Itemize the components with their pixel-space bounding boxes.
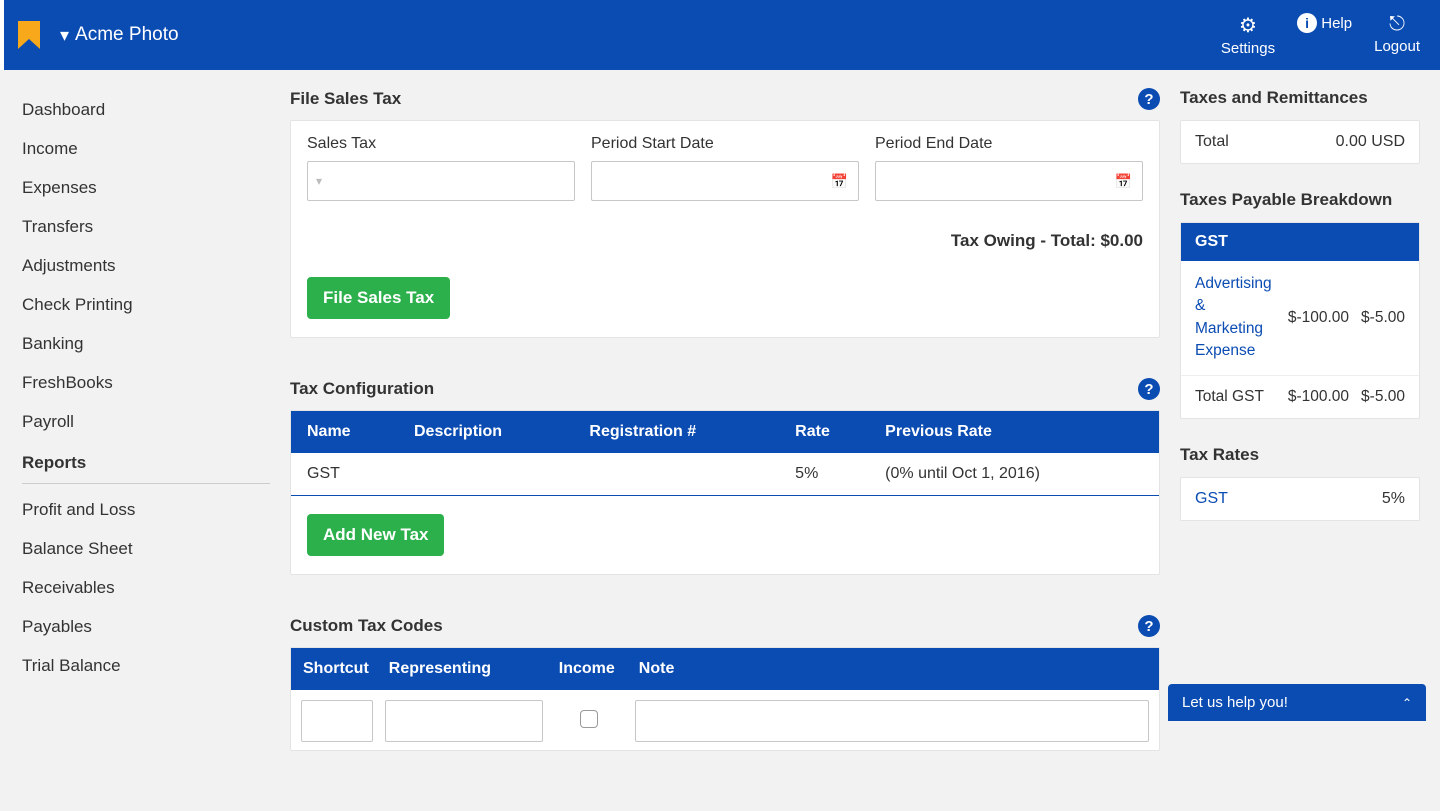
sidebar-item-check-printing[interactable]: Check Printing xyxy=(22,285,270,324)
shortcut-input[interactable] xyxy=(301,700,373,742)
sidebar-item-trial-balance[interactable]: Trial Balance xyxy=(22,646,270,685)
period-end-input[interactable]: 📅 xyxy=(875,161,1143,201)
calendar-icon: 📅 xyxy=(1115,173,1132,190)
help-icon[interactable]: ? xyxy=(1138,615,1160,637)
chevron-up-icon: ⌃ xyxy=(1402,696,1412,710)
table-cell: 5% xyxy=(785,453,875,496)
remittances-title: Taxes and Remittances xyxy=(1180,88,1420,108)
custom-codes-col: Note xyxy=(629,648,1159,690)
breakdown-amount: $-100.00 xyxy=(1288,309,1349,327)
file-sales-tax-button[interactable]: File Sales Tax xyxy=(307,277,450,319)
logout-icon: ⎋ xyxy=(1374,13,1420,36)
sidebar-item-payroll[interactable]: Payroll xyxy=(22,402,270,441)
rates-title: Tax Rates xyxy=(1180,445,1420,465)
period-start-label: Period Start Date xyxy=(591,135,859,153)
tax-config-col: Name xyxy=(291,411,404,453)
tax-config-title: Tax Configuration xyxy=(290,379,434,399)
remittances-total-label: Total xyxy=(1195,133,1229,151)
custom-code-row xyxy=(291,690,1159,742)
representing-input[interactable] xyxy=(385,700,543,742)
sidebar-item-profit-and-loss[interactable]: Profit and Loss xyxy=(22,490,270,529)
tax-config-col: Description xyxy=(404,411,579,453)
rate-value: 5% xyxy=(1382,490,1405,508)
help-bar-label: Let us help you! xyxy=(1182,694,1288,711)
custom-codes-col: Income xyxy=(549,648,629,690)
top-bar-right: ⚙ Settings i Help ⎋ Logout xyxy=(1221,13,1420,57)
sidebar-item-transfers[interactable]: Transfers xyxy=(22,207,270,246)
help-icon[interactable]: ? xyxy=(1138,378,1160,400)
payable-card: GST Advertising & Marketing Expense $-100… xyxy=(1180,222,1420,419)
remittances-card: Total 0.00 USD xyxy=(1180,120,1420,164)
payable-title: Taxes Payable Breakdown xyxy=(1180,190,1420,210)
rate-row: GST 5% xyxy=(1181,478,1419,520)
period-end-label: Period End Date xyxy=(875,135,1143,153)
tax-config-col: Registration # xyxy=(579,411,785,453)
custom-tax-codes-title: Custom Tax Codes xyxy=(290,616,443,636)
logout-button[interactable]: ⎋ Logout xyxy=(1374,13,1420,57)
tax-config-card: NameDescriptionRegistration #RatePreviou… xyxy=(290,410,1160,575)
rate-link[interactable]: GST xyxy=(1195,490,1228,508)
payable-band: GST xyxy=(1181,223,1419,261)
table-cell: (0% until Oct 1, 2016) xyxy=(875,453,1159,496)
main-content: File Sales Tax ? Sales Tax ▾ Period Star… xyxy=(280,70,1180,811)
breakdown-link[interactable]: Advertising & Marketing Expense xyxy=(1195,273,1276,363)
breakdown-label: Total GST xyxy=(1195,388,1276,406)
breakdown-tax: $-5.00 xyxy=(1361,309,1405,327)
table-cell xyxy=(404,453,579,496)
settings-button[interactable]: ⚙ Settings xyxy=(1221,13,1275,57)
help-icon[interactable]: ? xyxy=(1138,88,1160,110)
app-logo-icon xyxy=(18,21,46,49)
help-button[interactable]: i Help xyxy=(1297,13,1352,57)
breakdown-amount: $-100.00 xyxy=(1288,388,1349,406)
file-sales-tax-card: Sales Tax ▾ Period Start Date 📅 Period E… xyxy=(290,120,1160,338)
tax-owing-total: Tax Owing - Total: $0.00 xyxy=(307,231,1143,251)
breakdown-row: Advertising & Marketing Expense $-100.00 $… xyxy=(1181,261,1419,376)
calendar-icon: 📅 xyxy=(831,173,848,190)
sales-tax-select[interactable]: ▾ xyxy=(307,161,575,201)
table-cell: GST xyxy=(291,453,404,496)
sidebar-item-expenses[interactable]: Expenses xyxy=(22,168,270,207)
custom-codes-col: Shortcut xyxy=(291,648,379,690)
period-start-input[interactable]: 📅 xyxy=(591,161,859,201)
sidebar-item-freshbooks[interactable]: FreshBooks xyxy=(22,363,270,402)
sidebar-item-payables[interactable]: Payables xyxy=(22,607,270,646)
sidebar-divider xyxy=(22,483,270,484)
rates-card: GST 5% xyxy=(1180,477,1420,521)
gear-icon: ⚙ xyxy=(1221,13,1275,38)
sidebar-item-adjustments[interactable]: Adjustments xyxy=(22,246,270,285)
sidebar-item-balance-sheet[interactable]: Balance Sheet xyxy=(22,529,270,568)
tax-config-col: Rate xyxy=(785,411,875,453)
help-bar[interactable]: Let us help you! ⌃ xyxy=(1168,684,1426,721)
income-checkbox[interactable] xyxy=(580,710,598,728)
table-cell xyxy=(579,453,785,496)
breakdown-tax: $-5.00 xyxy=(1361,388,1405,406)
remittances-total-value: 0.00 USD xyxy=(1336,133,1405,151)
sidebar-item-dashboard[interactable]: Dashboard xyxy=(22,90,270,129)
sidebar-reports-header: Reports xyxy=(22,441,270,481)
custom-tax-codes-card: ShortcutRepresentingIncomeNote xyxy=(290,647,1160,751)
caret-down-icon: ▾ xyxy=(316,174,322,188)
custom-codes-col: Representing xyxy=(379,648,549,690)
breakdown-row: Total GST $-100.00 $-5.00 xyxy=(1181,376,1419,418)
caret-down-icon: ▾ xyxy=(60,25,69,46)
tax-config-table: NameDescriptionRegistration #RatePreviou… xyxy=(291,411,1159,496)
sidebar-item-banking[interactable]: Banking xyxy=(22,324,270,363)
top-bar-left: ▾ Acme Photo xyxy=(4,21,179,49)
add-new-tax-button[interactable]: Add New Tax xyxy=(307,514,444,556)
logout-label: Logout xyxy=(1374,38,1420,55)
sidebar-item-income[interactable]: Income xyxy=(22,129,270,168)
org-switcher[interactable]: ▾ Acme Photo xyxy=(60,24,179,46)
note-input[interactable] xyxy=(635,700,1149,742)
top-bar: ▾ Acme Photo ⚙ Settings i Help ⎋ Logout xyxy=(0,0,1440,70)
file-sales-tax-title: File Sales Tax xyxy=(290,89,401,109)
sidebar-item-receivables[interactable]: Receivables xyxy=(22,568,270,607)
help-label: Help xyxy=(1321,15,1352,32)
settings-label: Settings xyxy=(1221,40,1275,57)
info-icon: i xyxy=(1297,13,1317,33)
sidebar: DashboardIncomeExpensesTransfersAdjustme… xyxy=(0,70,280,811)
sales-tax-label: Sales Tax xyxy=(307,135,575,153)
table-row[interactable]: GST 5%(0% until Oct 1, 2016) xyxy=(291,453,1159,496)
tax-config-col: Previous Rate xyxy=(875,411,1159,453)
org-name: Acme Photo xyxy=(75,24,179,46)
